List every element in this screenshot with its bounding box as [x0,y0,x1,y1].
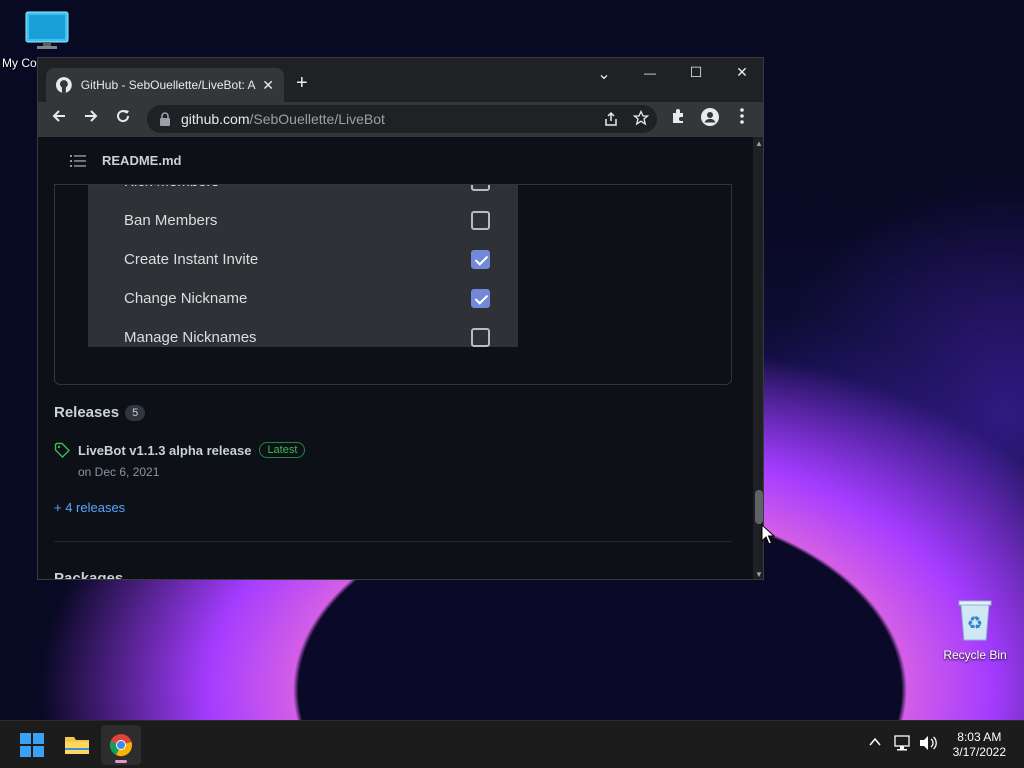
list-icon[interactable] [70,154,86,168]
permission-row: Manage Nicknames [124,325,490,347]
start-button[interactable] [12,725,52,765]
releases-title: Releases [54,404,120,421]
more-vert-icon [740,108,744,124]
reload-icon [117,110,130,123]
close-window-button[interactable]: ✕ [727,64,757,81]
permission-label: Ban Members [124,211,218,229]
latest-badge: Latest [259,442,306,458]
url-text: github.com/SebOuellette/LiveBot [181,111,385,127]
permission-row: Create Instant Invite [124,247,490,271]
desktop-icon-label: Recycle Bin [943,648,1007,662]
packages-heading[interactable]: Packages [54,570,124,580]
avatar-icon [701,108,719,126]
packages-title: Packages [54,570,124,580]
active-indicator [115,760,127,763]
permission-label: Create Instant Invite [124,250,259,268]
chrome-taskbar-button[interactable] [101,725,141,765]
tag-icon [54,442,70,458]
permission-checkbox-checked [471,249,490,269]
permission-checkbox-checked [471,288,490,308]
network-icon[interactable] [894,735,912,754]
share-icon[interactable] [603,111,619,132]
monitor-icon [25,11,69,49]
taskbar: 8:03 AM 3/17/2022 [0,720,1024,768]
new-tab-button[interactable]: + [296,72,308,95]
permission-checkbox [471,210,490,230]
clock-date: 3/17/2022 [952,745,1006,759]
tab-close-icon[interactable]: ✕ [262,77,274,94]
volume-icon[interactable] [919,735,937,754]
lock-icon [160,112,170,126]
chrome-icon [109,734,132,757]
url-path: /SebOuellette/LiveBot [249,111,385,127]
tab-title: GitHub - SebOuellette/LiveBot: A [80,78,256,92]
latest-release[interactable]: LiveBot v1.1.3 alpha release Latest [54,442,306,458]
minimize-button[interactable]: — [635,66,665,80]
scrollbar-thumb[interactable] [755,490,763,524]
readme-header: README.md [54,137,732,185]
puzzle-icon [673,109,683,123]
release-date: on Dec 6, 2021 [78,465,160,479]
scroll-up-arrow-icon[interactable]: ▲ [753,139,763,148]
github-icon [56,77,72,93]
permission-checkbox [471,327,490,347]
releases-heading[interactable]: Releases 5 [54,404,146,421]
maximize-button[interactable]: ☐ [681,64,711,81]
mouse-cursor-icon [761,524,775,545]
permission-label: Manage Nicknames [124,328,257,346]
svg-text:♻: ♻ [967,613,983,633]
page-content: README.md Kick Members Ban Members Creat… [38,137,753,580]
address-bar[interactable]: github.com/SebOuellette/LiveBot [147,105,657,133]
folder-icon [65,737,89,754]
release-name[interactable]: LiveBot v1.1.3 alpha release [78,443,251,458]
bookmark-star-icon[interactable] [632,109,650,131]
clock-time: 8:03 AM [957,730,1002,744]
scroll-down-arrow-icon[interactable]: ▼ [753,570,763,579]
file-explorer-button[interactable] [57,725,97,765]
arrow-left-icon [52,110,65,122]
section-divider [54,541,732,542]
windows-logo-icon [20,733,44,757]
profile-button[interactable] [698,108,722,132]
forward-button[interactable] [79,108,103,132]
readme-title: README.md [102,153,182,168]
menu-button[interactable] [730,108,754,132]
title-bar: GitHub - SebOuellette/LiveBot: A ✕ + ⌄ —… [38,58,763,102]
desktop-icon-recycle-bin[interactable]: ♻ Recycle Bin [935,598,1015,662]
browser-toolbar: github.com/SebOuellette/LiveBot [38,102,763,137]
extensions-button[interactable] [666,108,690,132]
browser-tab[interactable]: GitHub - SebOuellette/LiveBot: A ✕ [46,68,284,102]
page-scrollbar[interactable]: ▲ ▼ [753,137,763,579]
permissions-screenshot: Kick Members Ban Members Create Instant … [88,175,518,347]
system-clock[interactable]: 8:03 AM 3/17/2022 [953,730,1006,760]
show-hidden-icons-chevron-icon[interactable] [868,735,882,752]
tab-search-button[interactable]: ⌄ [589,64,619,84]
releases-count-badge: 5 [125,404,146,421]
reload-button[interactable] [111,108,135,132]
arrow-right-icon [85,110,98,122]
back-button[interactable] [47,108,71,132]
recycle-bin-icon: ♻ [958,600,992,641]
browser-window: GitHub - SebOuellette/LiveBot: A ✕ + ⌄ —… [37,57,764,580]
more-releases-link[interactable]: + 4 releases [54,500,125,515]
permission-row: Change Nickname [124,286,490,310]
url-host: github.com [181,111,250,127]
permission-label: Change Nickname [124,289,248,307]
permission-row: Ban Members [124,208,490,232]
